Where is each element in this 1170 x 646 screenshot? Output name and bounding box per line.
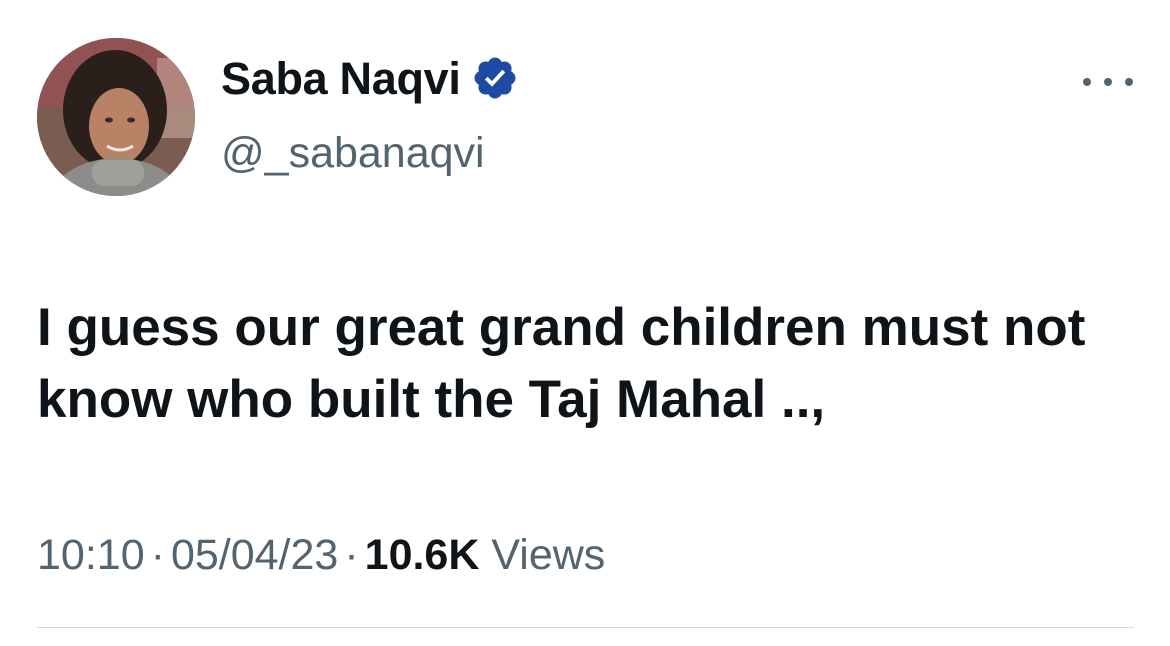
tweet-date[interactable]: 05/04/23 bbox=[171, 531, 338, 579]
meta-separator: · bbox=[344, 531, 359, 579]
avatar-image bbox=[37, 38, 195, 196]
more-options-icon[interactable] bbox=[1083, 64, 1133, 100]
avatar[interactable] bbox=[37, 38, 195, 196]
tweet-text: I guess our great grand children must no… bbox=[37, 298, 1086, 429]
more-dot bbox=[1083, 78, 1091, 86]
meta-separator: · bbox=[150, 531, 165, 579]
tweet-meta: 10:10 · 05/04/23 · 10.6K Views bbox=[37, 527, 605, 583]
more-dot bbox=[1104, 78, 1112, 86]
divider bbox=[37, 627, 1134, 628]
more-dot bbox=[1125, 78, 1133, 86]
author-handle[interactable]: @_sabanaqvi bbox=[221, 132, 485, 175]
author-display-name[interactable]: Saba Naqvi bbox=[221, 56, 461, 101]
verified-badge-icon[interactable] bbox=[471, 54, 519, 102]
views-label: Views bbox=[491, 531, 606, 579]
tweet: Saba Naqvi @_sabanaqvi I guess our great… bbox=[0, 0, 1170, 646]
author-name-row: Saba Naqvi bbox=[221, 54, 519, 102]
tweet-time[interactable]: 10:10 bbox=[37, 531, 145, 579]
views-count: 10.6K bbox=[364, 531, 480, 579]
